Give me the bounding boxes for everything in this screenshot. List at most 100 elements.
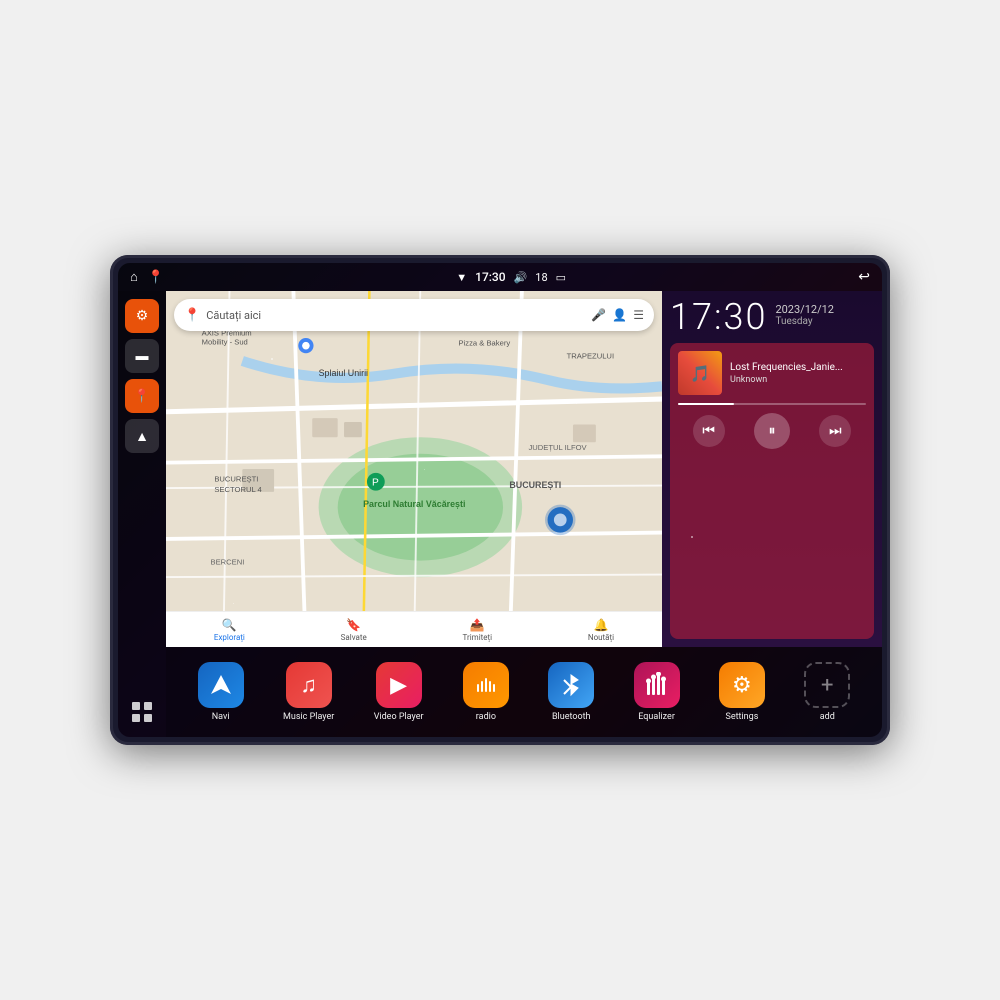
news-icon: 🔔 bbox=[594, 618, 609, 632]
map-explore-btn[interactable]: 🔍 Explorați bbox=[214, 618, 245, 642]
bluetooth-label: Bluetooth bbox=[552, 712, 591, 722]
sidebar-folder-btn[interactable]: ▬ bbox=[125, 339, 159, 373]
status-bar: ⌂ 📍 ▼ 17:30 🔊 18 ▭ ↩ bbox=[118, 263, 882, 291]
play-icon: ▶ bbox=[390, 673, 407, 698]
google-maps-pin-icon: 📍 bbox=[184, 308, 200, 323]
back-icon[interactable]: ↩ bbox=[858, 269, 870, 285]
app-video-player[interactable]: ▶ Video Player bbox=[374, 662, 424, 722]
app-music-player[interactable]: ♫ Music Player bbox=[283, 662, 334, 722]
device: ⌂ 📍 ▼ 17:30 🔊 18 ▭ ↩ ⚙ ▬ bbox=[110, 255, 890, 745]
music-progress-bar[interactable] bbox=[678, 403, 866, 405]
add-label: add bbox=[820, 712, 835, 722]
svg-text:BUCUREȘTI: BUCUREȘTI bbox=[214, 475, 258, 484]
map-svg: G o o g l e Splaiul Unirii bbox=[166, 291, 662, 647]
map-shortcut-icon[interactable]: 📍 bbox=[148, 270, 164, 285]
album-art-inner: 🎵 bbox=[678, 351, 722, 395]
sidebar: ⚙ ▬ 📍 ▲ bbox=[118, 291, 166, 737]
app-radio[interactable]: radio bbox=[463, 662, 509, 722]
app-add[interactable]: + add bbox=[804, 662, 850, 722]
map-news-btn[interactable]: 🔔 Noutăți bbox=[588, 618, 614, 642]
app-settings[interactable]: ⚙ Settings bbox=[719, 662, 765, 722]
account-icon[interactable]: 👤 bbox=[612, 308, 627, 322]
video-player-icon-bg: ▶ bbox=[376, 662, 422, 708]
svg-text:BUCUREȘTI: BUCUREȘTI bbox=[509, 480, 561, 490]
track-artist: Unknown bbox=[730, 375, 866, 385]
news-label: Noutăți bbox=[588, 633, 614, 642]
video-player-label: Video Player bbox=[374, 712, 424, 722]
top-row: G o o g l e Splaiul Unirii bbox=[166, 291, 882, 647]
battery-icon: ▭ bbox=[556, 271, 566, 284]
menu-icon[interactable]: ☰ bbox=[633, 308, 644, 322]
app-equalizer[interactable]: Equalizer bbox=[634, 662, 680, 722]
svg-text:BERCENI: BERCENI bbox=[211, 557, 245, 566]
next-icon: ⏭ bbox=[829, 423, 842, 439]
svg-text:Pizza & Bakery: Pizza & Bakery bbox=[459, 339, 511, 348]
app-navi[interactable]: Navi bbox=[198, 662, 244, 722]
bluetooth-icon bbox=[560, 672, 582, 698]
radio-waves-icon bbox=[473, 672, 499, 698]
send-icon: 📤 bbox=[470, 618, 485, 632]
map-saved-btn[interactable]: 🔖 Salvate bbox=[341, 618, 367, 642]
mic-icon[interactable]: 🎤 bbox=[591, 308, 606, 322]
location-icon: 📍 bbox=[134, 389, 150, 404]
explore-label: Explorați bbox=[214, 633, 245, 642]
clock-date: 2023/12/12 Tuesday bbox=[775, 299, 834, 327]
map-bottom-bar: 🔍 Explorați 🔖 Salvate 📤 Trimiteți bbox=[166, 611, 662, 647]
map-search-bar[interactable]: 📍 Căutați aici 🎤 👤 ☰ bbox=[174, 299, 654, 331]
svg-text:P: P bbox=[372, 478, 379, 489]
add-plus-icon: + bbox=[821, 673, 833, 698]
content-area: G o o g l e Splaiul Unirii bbox=[166, 291, 882, 737]
navi-icon: ▲ bbox=[135, 428, 149, 445]
clock-day: Tuesday bbox=[775, 316, 834, 327]
album-art: 🎵 bbox=[678, 351, 722, 395]
bluetooth-icon-bg bbox=[548, 662, 594, 708]
radio-label: radio bbox=[476, 712, 496, 722]
svg-text:Mobility - Sud: Mobility - Sud bbox=[202, 337, 248, 346]
navi-label: Navi bbox=[212, 712, 230, 722]
home-icon[interactable]: ⌂ bbox=[130, 269, 138, 285]
equalizer-icon-bg bbox=[634, 662, 680, 708]
sidebar-grid-btn[interactable] bbox=[125, 695, 159, 729]
clock-time: 17:30 bbox=[670, 299, 767, 335]
wifi-icon: ▼ bbox=[456, 271, 467, 284]
svg-text:Splaiul Unirii: Splaiul Unirii bbox=[319, 368, 368, 378]
status-left: ⌂ 📍 bbox=[130, 269, 164, 285]
add-icon-bg: + bbox=[804, 662, 850, 708]
sidebar-navi-btn[interactable]: ▲ bbox=[125, 419, 159, 453]
saved-icon: 🔖 bbox=[346, 618, 361, 632]
sidebar-settings-btn[interactable]: ⚙ bbox=[125, 299, 159, 333]
play-pause-button[interactable]: ⏸ bbox=[754, 413, 790, 449]
track-name: Lost Frequencies_Janie... bbox=[730, 362, 866, 373]
explore-icon: 🔍 bbox=[222, 618, 237, 632]
main-area: ⚙ ▬ 📍 ▲ bbox=[118, 291, 882, 737]
bottom-apps: Navi ♫ Music Player ▶ Video Player bbox=[166, 647, 882, 737]
equalizer-bars-icon bbox=[644, 672, 670, 698]
music-controls: ⏮ ⏸ ⏭ bbox=[678, 413, 866, 449]
saved-label: Salvate bbox=[341, 633, 367, 642]
prev-button[interactable]: ⏮ bbox=[693, 415, 725, 447]
svg-text:TRAPEZULUI: TRAPEZULUI bbox=[567, 351, 614, 360]
screen: ⌂ 📍 ▼ 17:30 🔊 18 ▭ ↩ ⚙ ▬ bbox=[118, 263, 882, 737]
map-send-btn[interactable]: 📤 Trimiteți bbox=[463, 618, 493, 642]
svg-text:SECTORUL 4: SECTORUL 4 bbox=[214, 485, 262, 494]
music-note-icon: ♫ bbox=[300, 672, 317, 698]
radio-icon-bg bbox=[463, 662, 509, 708]
status-right: ↩ bbox=[858, 269, 870, 285]
music-track-info: 🎵 Lost Frequencies_Janie... Unknown bbox=[678, 351, 866, 395]
navi-icon-bg bbox=[198, 662, 244, 708]
status-center: ▼ 17:30 🔊 18 ▭ bbox=[456, 270, 566, 284]
settings-label: Settings bbox=[725, 712, 758, 722]
settings-gear-icon: ⚙ bbox=[732, 673, 752, 698]
track-details: Lost Frequencies_Janie... Unknown bbox=[730, 362, 866, 385]
music-player-icon-bg: ♫ bbox=[286, 662, 332, 708]
prev-icon: ⏮ bbox=[702, 423, 715, 439]
right-panel: 17:30 2023/12/12 Tuesday 🎵 bbox=[662, 291, 882, 647]
grid-icon bbox=[131, 701, 153, 723]
sidebar-location-btn[interactable]: 📍 bbox=[125, 379, 159, 413]
pause-icon: ⏸ bbox=[768, 423, 775, 439]
next-button[interactable]: ⏭ bbox=[819, 415, 851, 447]
settings-icon: ⚙ bbox=[136, 308, 149, 324]
battery-level: 18 bbox=[535, 271, 547, 284]
app-bluetooth[interactable]: Bluetooth bbox=[548, 662, 594, 722]
map-section[interactable]: G o o g l e Splaiul Unirii bbox=[166, 291, 662, 647]
